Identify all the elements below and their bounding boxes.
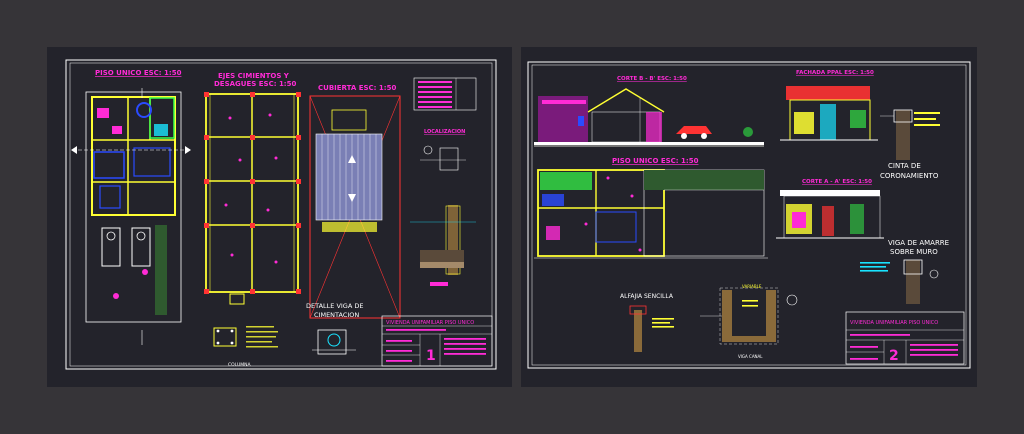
foundation-title-line1: EJES CIMIENTOS Y (218, 72, 290, 80)
roof-title: CUBIERTA ESC: 1:50 (318, 84, 396, 92)
sheet-2-number: 2 (889, 348, 899, 364)
sheet-1-number: 1 (426, 348, 436, 364)
sheet-2: CORTE B - B' ESC: 1:50 FACHADA PPAL ESC:… (521, 47, 977, 387)
cad-drawing-canvas[interactable]: PISO UNICO ESC: 1:50 EJES CIMIENTOS Y DE… (0, 0, 1024, 434)
beam-detail-label-line1: DETALLE VIGA DE (306, 302, 363, 310)
title-block-1-name: VIVIENDA UNIFAMILIAR PISO UNICO (386, 320, 474, 326)
ring-beam-label-line2: CORONAMIENTO (880, 172, 939, 180)
variable-label: VARIABLE (742, 284, 762, 289)
tie-beam-label-line2: SOBRE MURO (890, 248, 938, 256)
ring-beam-label-line1: CINTA DE (888, 162, 921, 170)
plan-2-title: PISO UNICO ESC: 1:50 (612, 157, 699, 165)
sill-label: ALFAJIA SENCILLA (620, 293, 674, 300)
sheet-1: PISO UNICO ESC: 1:50 EJES CIMIENTOS Y DE… (47, 47, 512, 387)
tie-beam-label-line1: VIGA DE AMARRE (888, 239, 949, 247)
beam-detail-label-line2: CIMENTACION (314, 311, 359, 319)
column-label: COLUMNA (228, 362, 252, 368)
foundation-title-line2: DESAGUES ESC: 1:50 (214, 80, 296, 88)
channel-beam-label: VIGA CANAL (738, 354, 763, 359)
facade-title: FACHADA PPAL ESC: 1:50 (796, 70, 874, 76)
plan-title: PISO UNICO ESC: 1:50 (95, 69, 182, 77)
section-b-title: CORTE B - B' ESC: 1:50 (617, 76, 687, 82)
section-a-title: CORTE A - A' ESC: 1:50 (802, 179, 872, 185)
title-block-2-name: VIVIENDA UNIFAMILIAR PISO UNICO (850, 320, 938, 326)
location-label: LOCALIZACION (424, 129, 465, 135)
